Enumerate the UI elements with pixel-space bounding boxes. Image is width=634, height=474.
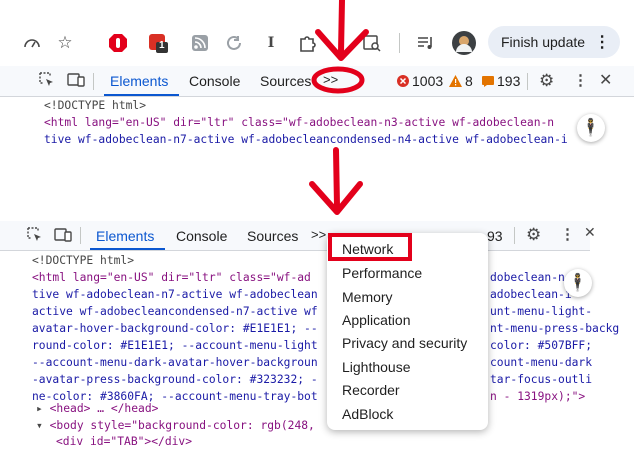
annotation-overlay [309,0,412,261]
annotation-circle [311,66,365,94]
annotation-box [328,233,412,261]
annotation-arrow-middle [309,147,363,215]
annotation-arrow-top [315,0,369,61]
